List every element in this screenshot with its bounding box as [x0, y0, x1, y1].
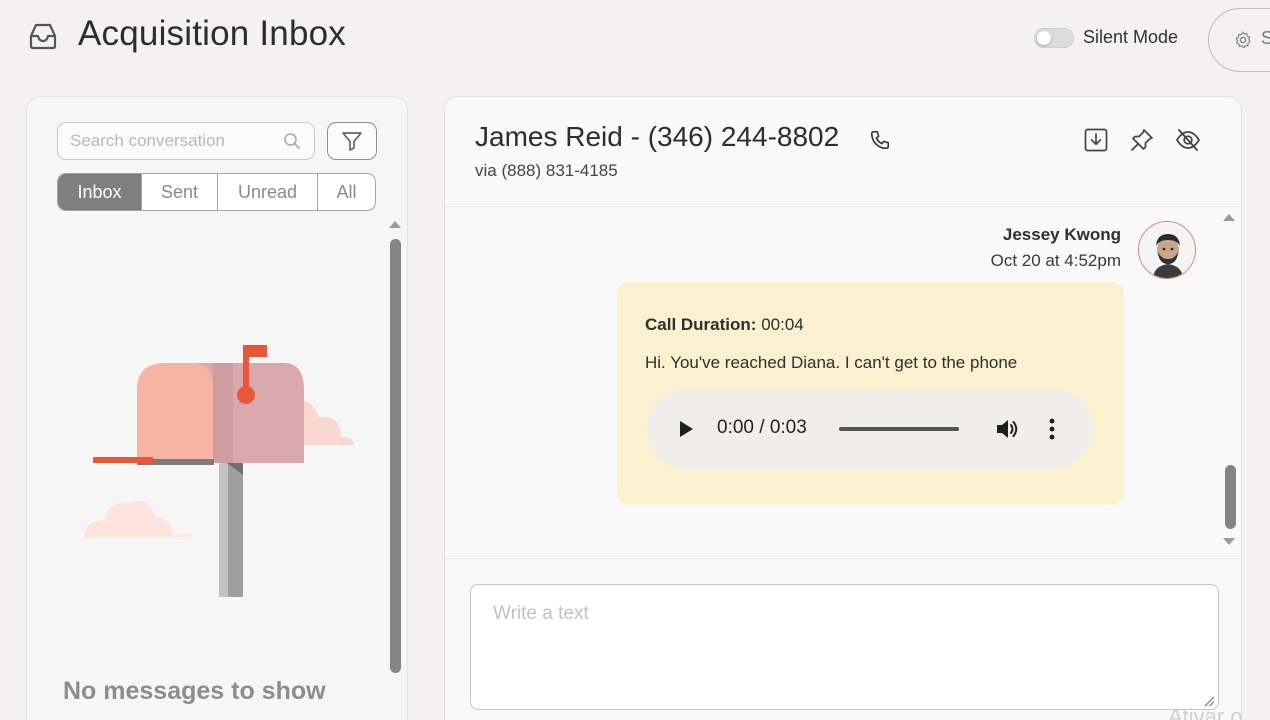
inbox-icon	[29, 23, 57, 50]
voicemail-transcript: Hi. You've reached Diana. I can't get to…	[645, 353, 1018, 372]
activation-watermark: Ativar o	[1168, 704, 1243, 720]
call-duration-value: 00:04	[761, 315, 804, 334]
search-icon[interactable]	[283, 132, 301, 150]
tab-sent[interactable]: Sent	[142, 174, 218, 210]
tab-unread[interactable]: Unread	[218, 174, 318, 210]
settings-label: S	[1261, 28, 1270, 48]
toggle-knob	[1037, 31, 1051, 45]
voicemail-message-bubble: Call Duration: 00:04 Hi. You've reached …	[617, 282, 1124, 505]
message-timestamp: Oct 20 at 4:52pm	[990, 251, 1121, 270]
thread-scroll-down-arrow[interactable]	[1223, 538, 1235, 545]
silent-mode-label: Silent Mode	[1083, 27, 1179, 47]
play-icon[interactable]	[677, 418, 695, 440]
via-number: via (888) 831-4185	[475, 161, 618, 180]
audio-progress-bar[interactable]	[839, 427, 959, 431]
scroll-up-arrow[interactable]	[389, 221, 401, 228]
download-icon[interactable]	[1083, 127, 1109, 153]
avatar	[1138, 221, 1196, 279]
eye-off-icon[interactable]	[1175, 127, 1201, 153]
phone-icon[interactable]	[869, 129, 891, 151]
divider	[445, 558, 1241, 559]
settings-button[interactable]: S	[1208, 8, 1270, 72]
pin-icon[interactable]	[1129, 127, 1155, 153]
filter-button[interactable]	[327, 122, 377, 160]
sender-name: Jessey Kwong	[1002, 225, 1121, 244]
search-input[interactable]	[70, 129, 270, 153]
app-header: Acquisition Inbox Silent Mode S	[0, 0, 1270, 80]
message-thread: Jessey Kwong Oct 20 at 4:52pm Call Durat…	[445, 208, 1241, 558]
filter-icon	[342, 132, 362, 151]
call-duration: Call Duration: 00:04	[645, 315, 804, 335]
conversation-header: James Reid - (346) 244-8802 via (888) 83…	[445, 97, 1241, 207]
silent-mode-toggle[interactable]	[1034, 28, 1074, 48]
volume-icon[interactable]	[994, 416, 1020, 442]
empty-mailbox-illustration	[84, 345, 354, 597]
conversation-panel: James Reid - (346) 244-8802 via (888) 83…	[444, 96, 1242, 720]
tab-inbox[interactable]: Inbox	[58, 174, 142, 210]
call-duration-label: Call Duration:	[645, 315, 757, 334]
avatar-image	[1139, 222, 1195, 278]
page-title: Acquisition Inbox	[78, 14, 347, 53]
contact-title: James Reid - (346) 244-8802	[475, 121, 840, 152]
search-box	[57, 122, 315, 160]
thread-scroll-up-arrow[interactable]	[1223, 214, 1235, 221]
empty-state-message: No messages to show	[63, 677, 326, 705]
thread-scrollbar-thumb[interactable]	[1225, 465, 1236, 529]
conversation-list-panel: Inbox Sent Unread All No messages to sho…	[26, 96, 408, 720]
scrollbar-thumb[interactable]	[390, 239, 401, 673]
folder-tabs: Inbox Sent Unread All	[57, 173, 376, 211]
message-composer[interactable]	[470, 584, 1219, 710]
audio-time: 0:00 / 0:03	[717, 417, 807, 438]
tab-all[interactable]: All	[318, 174, 375, 210]
audio-player: 0:00 / 0:03	[647, 389, 1093, 469]
more-options-icon[interactable]	[1047, 416, 1057, 442]
gear-icon	[1235, 31, 1251, 49]
audio-progress-fill	[839, 427, 959, 431]
